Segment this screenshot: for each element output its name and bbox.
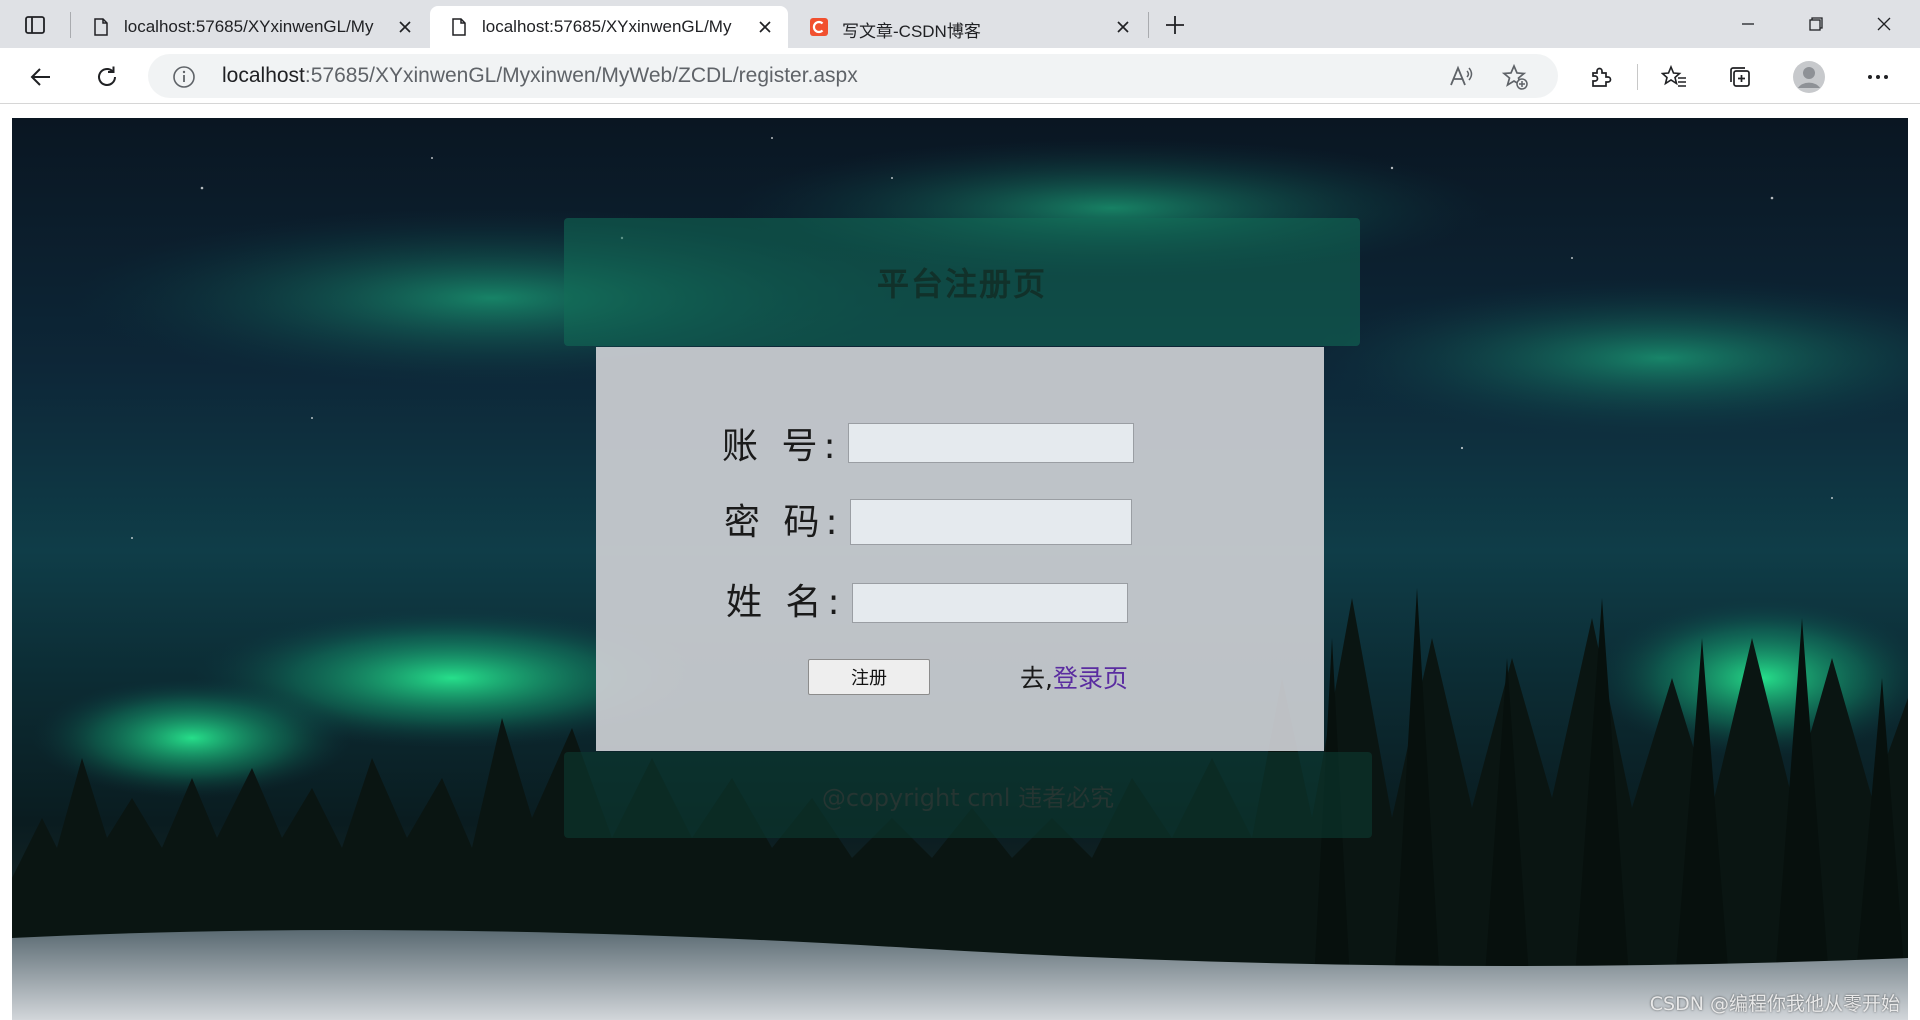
minimize-button[interactable]: [1726, 8, 1770, 40]
page-icon: [452, 18, 466, 36]
register-button[interactable]: 注册: [808, 659, 930, 695]
goto-prefix: 去,: [1020, 664, 1053, 693]
tab-2-title: localhost:57685/XYxinwenGL/My: [482, 17, 732, 36]
toolbar-divider: [1637, 64, 1638, 90]
tab-actions-icon: [25, 16, 45, 34]
register-form: 账 号: 密 码: 姓 名: 注册 去,登录页: [596, 347, 1324, 751]
more-horizontal-icon: [1868, 75, 1888, 79]
tab-separator: [1148, 12, 1149, 38]
tab-strip: localhost:57685/XYxinwenGL/My localhost:…: [0, 0, 1920, 48]
close-icon[interactable]: [396, 18, 414, 36]
page-icon: [94, 18, 108, 36]
close-window-icon: [1877, 17, 1891, 31]
read-aloud-icon: [1450, 65, 1473, 86]
copyright-text: @copyright cml 违者必究: [821, 783, 1115, 812]
collections-button[interactable]: [1723, 60, 1757, 94]
back-arrow-icon: [30, 68, 50, 86]
name-input[interactable]: [852, 583, 1128, 623]
favorites-button[interactable]: [1657, 60, 1691, 94]
new-tab-button[interactable]: [1160, 10, 1190, 40]
tab-separator: [70, 12, 71, 38]
browser-toolbar: localhost:57685/XYxinwenGL/Myxinwen/MyWe…: [0, 48, 1920, 104]
address-bar[interactable]: localhost:57685/XYxinwenGL/Myxinwen/MyWe…: [148, 54, 1558, 98]
login-link[interactable]: 登录页: [1053, 664, 1128, 693]
add-favorite-button[interactable]: [1500, 62, 1530, 92]
extensions-button[interactable]: [1584, 60, 1618, 94]
password-label: 密 码:: [724, 502, 844, 543]
page-title: 平台注册页: [876, 265, 1047, 303]
restore-button[interactable]: [1794, 8, 1838, 40]
avatar-icon: [1793, 61, 1825, 93]
address-url[interactable]: localhost:57685/XYxinwenGL/Myxinwen/MyWe…: [222, 64, 858, 88]
watermark-text: CSDN @编程你我他从零开始: [1649, 993, 1900, 1015]
account-input[interactable]: [848, 423, 1134, 463]
tab-1-title: localhost:57685/XYxinwenGL/My: [124, 17, 374, 36]
goto-login-text: 去,登录页: [1020, 659, 1128, 695]
address-host: localhost: [222, 64, 305, 87]
register-footer: @copyright cml 违者必究: [564, 752, 1372, 838]
favorites-icon: [1661, 64, 1686, 87]
register-header: 平台注册页: [564, 218, 1360, 346]
account-label: 账 号:: [722, 426, 842, 467]
tab-3[interactable]: 写文章-CSDN博客: [790, 6, 1146, 48]
tab-1[interactable]: localhost:57685/XYxinwenGL/My: [72, 6, 428, 48]
refresh-button[interactable]: [90, 60, 124, 94]
minimize-icon: [1742, 23, 1754, 25]
refresh-icon: [98, 66, 116, 86]
csdn-icon: [810, 18, 828, 36]
profile-button[interactable]: [1791, 59, 1827, 95]
close-icon[interactable]: [756, 18, 774, 36]
close-icon[interactable]: [1114, 18, 1132, 36]
close-window-button[interactable]: [1862, 8, 1906, 40]
tab-2-active[interactable]: localhost:57685/XYxinwenGL/My: [430, 6, 788, 48]
read-aloud-button[interactable]: [1446, 62, 1476, 92]
address-path: :57685/XYxinwenGL/Myxinwen/MyWeb/ZCDL/re…: [304, 64, 858, 87]
name-label: 姓 名:: [726, 582, 846, 623]
tab-actions-button[interactable]: [18, 10, 52, 40]
info-icon[interactable]: [172, 65, 196, 89]
more-options-button[interactable]: [1861, 60, 1895, 94]
restore-icon: [1809, 17, 1823, 31]
star-add-icon: [1501, 63, 1528, 90]
password-input[interactable]: [850, 499, 1132, 545]
tab-3-title: 写文章-CSDN博客: [842, 22, 981, 41]
puzzle-icon: [1592, 67, 1612, 87]
plus-icon: [1166, 16, 1184, 34]
back-button[interactable]: [24, 60, 58, 94]
collections-icon: [1730, 67, 1750, 87]
page-viewport: 平台注册页 账 号: 密 码: 姓 名: 注册 去,登录页 @copyright…: [12, 118, 1908, 1020]
